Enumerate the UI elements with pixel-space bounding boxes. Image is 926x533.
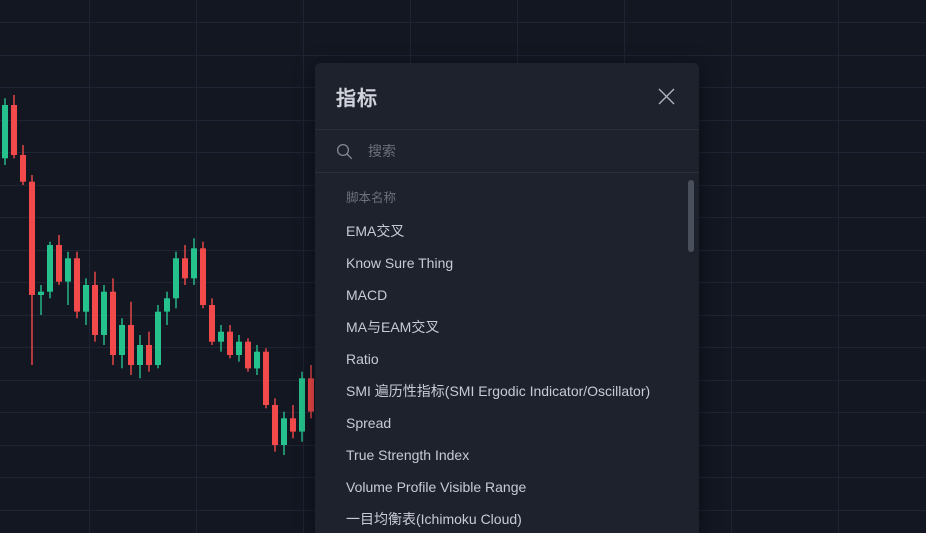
list-item[interactable]: Know Sure Thing [315, 247, 699, 279]
indicator-list: EMA交叉Know Sure ThingMACDMA与EAM交叉RatioSMI… [315, 215, 699, 533]
close-button[interactable] [652, 82, 680, 110]
close-icon [657, 87, 676, 106]
scrollbar-track[interactable] [688, 180, 694, 533]
list-item[interactable]: Ratio [315, 343, 699, 375]
scrollbar-thumb[interactable] [688, 180, 694, 252]
list-item[interactable]: MACD [315, 279, 699, 311]
list-item[interactable]: MA与EAM交叉 [315, 311, 699, 343]
dialog-title: 指标 [336, 82, 378, 111]
column-header-script-name: 脚本名称 [315, 173, 699, 215]
list-item[interactable]: True Strength Index [315, 439, 699, 471]
list-item[interactable]: 一目均衡表(Ichimoku Cloud) [315, 503, 699, 533]
dialog-header: 指标 [315, 63, 699, 130]
indicators-dialog: 指标 脚本名称 EMA交叉Know Sure ThingMACDMA与EAM交叉… [315, 63, 699, 533]
search-row[interactable] [315, 130, 699, 173]
list-item[interactable]: Spread [315, 407, 699, 439]
search-icon [336, 143, 353, 160]
list-item[interactable]: Volume Profile Visible Range [315, 471, 699, 503]
indicator-list-panel: 脚本名称 EMA交叉Know Sure ThingMACDMA与EAM交叉Rat… [315, 173, 699, 533]
list-item[interactable]: SMI 遍历性指标(SMI Ergodic Indicator/Oscillat… [315, 375, 699, 407]
search-input[interactable] [366, 142, 678, 160]
list-item[interactable]: EMA交叉 [315, 215, 699, 247]
